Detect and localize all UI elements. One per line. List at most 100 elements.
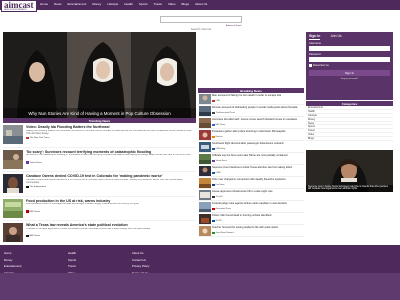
breaking-item[interactable]: Ohio man charged in connection with dead… (198, 177, 304, 189)
breaking-item[interactable]: Officials say the fires near Lake Tahoe … (198, 153, 304, 165)
breaking-item[interactable]: House approves infrastructure bill in a … (198, 189, 304, 201)
breaking-item[interactable]: Teacher honored for saving student's lif… (198, 225, 304, 237)
breaking-item[interactable]: Woman accused of defrauding people in so… (198, 105, 304, 117)
category-item-blogs[interactable]: Blogs (306, 137, 393, 142)
sidebar-feature-caption[interactable]: Supreme Court Justice Sonia Sotomayor sa… (306, 184, 393, 192)
trending-item[interactable]: What a Texas law reveals America's state… (3, 221, 196, 246)
breaking-item[interactable]: Man accused of faking his own death in o… (198, 93, 304, 105)
remember-checkbox[interactable] (309, 64, 312, 67)
breaking-title[interactable]: Southwest flight diverted after passenge… (212, 141, 304, 147)
breaking-title[interactable]: Woman accused of defrauding people in so… (212, 105, 304, 111)
tab-join[interactable]: Join Us (330, 34, 341, 40)
breaking-thumbnail (199, 202, 211, 212)
source-icon (212, 231, 215, 235)
breaking-title[interactable]: Officials say the fires near Lake Tahoe … (212, 153, 304, 159)
breaking-title[interactable]: Protesters gather after police shooting … (212, 129, 304, 135)
breaking-title[interactable]: Hurricane Ida aftermath: rescue crews se… (212, 117, 304, 123)
nav-item-home[interactable]: Home (40, 2, 48, 6)
hero-feature[interactable]: Why Nun Stories Are Kind of Having a Mom… (3, 32, 196, 118)
site-logo[interactable]: aimcast NEWS & ENTERTAINMENT (1, 0, 37, 12)
main-nav: Home News Entertainment Money Lifestyle … (40, 2, 207, 6)
search-input[interactable] (161, 26, 241, 32)
nav-item-entertainment[interactable]: Entertainment (68, 2, 87, 6)
tab-signin[interactable]: Sign In (309, 34, 321, 40)
nav-item-blogs[interactable]: Blogs (181, 2, 189, 6)
breaking-item[interactable]: Southwest flight diverted after passenge… (198, 141, 304, 153)
source-icon (212, 135, 215, 139)
breaking-source: Fox News (215, 183, 225, 186)
trending-item[interactable]: Video: Deadly Ida Flooding Batters the N… (3, 123, 196, 148)
footer-link[interactable]: Contact Us (132, 258, 149, 262)
trending-news: Trending News Video: Deadly Ida Flooding… (3, 118, 196, 246)
footer-link[interactable]: Entertainment (4, 264, 21, 268)
trending-item[interactable]: Food production in the US at risk, warns… (3, 197, 196, 221)
footer-link[interactable]: Sports (68, 258, 76, 262)
nav-item-lifestyle[interactable]: Lifestyle (107, 2, 118, 6)
footer-link[interactable]: About Us (132, 251, 149, 255)
hero-caption[interactable]: Why Nun Stories Are Kind of Having a Mom… (3, 108, 196, 118)
breaking-title[interactable]: Police: Man found dead in burning vehicl… (212, 213, 304, 219)
trending-title[interactable]: What a Texas law reveals America's state… (26, 223, 151, 227)
breaking-title[interactable]: Man accused of faking his own death in o… (212, 93, 304, 99)
remember-label: Remember me (313, 64, 329, 67)
trending-item[interactable]: 'So scary': Survivors recount terrifying… (3, 148, 196, 172)
breaking-item[interactable]: Supreme Court declines to block Texas ab… (198, 165, 304, 177)
footer-column: Home Money Entertainment Lifestyle (4, 251, 21, 275)
breaking-source: Yahoo News (215, 159, 227, 162)
footer-link[interactable]: Travel (68, 264, 76, 268)
source-icon (212, 159, 215, 163)
login-panel: Sign In Join Us Username Password Rememb… (306, 32, 393, 100)
trending-title[interactable]: Candace Owens denied COVID-19 test in Co… (26, 174, 196, 178)
advanced-search-link[interactable]: Advanced Search (226, 25, 242, 27)
source-icon (26, 136, 29, 140)
breaking-thumbnail (199, 118, 211, 128)
forgot-password-link[interactable]: Forgot password? (309, 78, 390, 80)
breaking-thumbnail (199, 226, 211, 236)
nav-item-news[interactable]: News (54, 2, 62, 6)
nav-item-health[interactable]: Health (124, 2, 133, 6)
source-icon (212, 171, 215, 175)
trending-thumbnail (3, 125, 23, 144)
breaking-title[interactable]: Teacher honored for saving student's lif… (212, 225, 304, 231)
nav-item-about[interactable]: About Us (195, 2, 207, 6)
breaking-thumbnail (199, 94, 211, 104)
breaking-title[interactable]: Ohio man charged in connection with dead… (212, 177, 304, 183)
trending-item[interactable]: Candace Owens denied COVID-19 test in Co… (3, 172, 196, 197)
password-field[interactable] (309, 57, 390, 62)
breaking-title[interactable]: House approves infrastructure bill in a … (212, 189, 304, 195)
breaking-thumbnail (199, 106, 211, 116)
breaking-source: CNN (215, 99, 220, 102)
trending-source: Yahoo News (29, 161, 42, 164)
footer-link[interactable]: Health (68, 251, 76, 255)
source-icon (212, 207, 215, 211)
trending-title[interactable]: Video: Deadly Ida Flooding Batters the N… (26, 125, 196, 129)
breaking-item[interactable]: Hurricane Ida aftermath: rescue crews se… (198, 117, 304, 129)
breaking-item[interactable]: Police: Man found dead in burning vehicl… (198, 213, 304, 225)
breaking-item[interactable]: Federal judge rules against airline mask… (198, 201, 304, 213)
nav-item-money[interactable]: Money (92, 2, 101, 6)
nav-item-travel[interactable]: Travel (154, 2, 162, 6)
source-icon (212, 195, 215, 199)
username-field[interactable] (309, 46, 390, 51)
footer-link[interactable]: Home (4, 251, 21, 255)
footer-column: About Us Contact Us Privacy Policy Terms… (132, 251, 149, 275)
footer-link[interactable]: Privacy Policy (132, 264, 149, 268)
breaking-title[interactable]: Supreme Court declines to block Texas ab… (212, 165, 304, 171)
breaking-source: WCVB (215, 219, 222, 222)
breaking-source: Good News Network (215, 231, 234, 234)
trending-title[interactable]: Food production in the US at risk, warns… (26, 199, 139, 203)
nav-item-sports[interactable]: Sports (139, 2, 148, 6)
trending-source: BBC News (29, 210, 41, 213)
sidebar-feature[interactable]: Supreme Court Justice Sonia Sotomayor sa… (306, 150, 393, 192)
breaking-item[interactable]: Protesters gather after police shooting … (198, 129, 304, 141)
trending-title[interactable]: 'So scary': Survivors recount terrifying… (26, 150, 191, 154)
source-icon (212, 147, 215, 151)
nav-item-video[interactable]: Video (168, 2, 176, 6)
signin-button[interactable]: Sign In (309, 70, 390, 76)
trending-thumbnail (3, 223, 23, 242)
footer-link[interactable]: Money (4, 258, 21, 262)
source-icon (212, 219, 215, 223)
source-icon (26, 161, 29, 164)
breaking-title[interactable]: Federal judge rules against airline mask… (212, 201, 304, 207)
categories-panel: Categories Entertainment Health Lifestyl… (306, 101, 393, 149)
